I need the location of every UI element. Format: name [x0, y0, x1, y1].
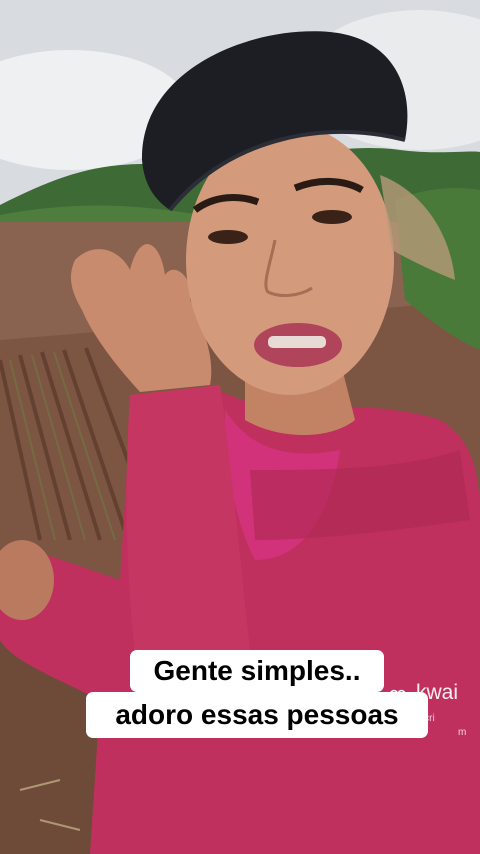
kwai-logo-icon: [390, 689, 406, 699]
eye: [312, 210, 352, 224]
caption-line-2: adoro essas pessoas: [86, 692, 428, 738]
watermark-username: lvaalecri: [398, 713, 435, 724]
kwai-watermark: kwai lvaalecri m: [390, 681, 476, 743]
eye: [208, 230, 248, 244]
kwai-brand: kwai: [416, 681, 459, 704]
watermark-username-cont: m: [458, 727, 467, 738]
teeth: [268, 336, 326, 348]
video-frame: Gente simples.. adoro essas pessoas kwai…: [0, 0, 480, 854]
caption-line-1: Gente simples..: [130, 650, 384, 692]
